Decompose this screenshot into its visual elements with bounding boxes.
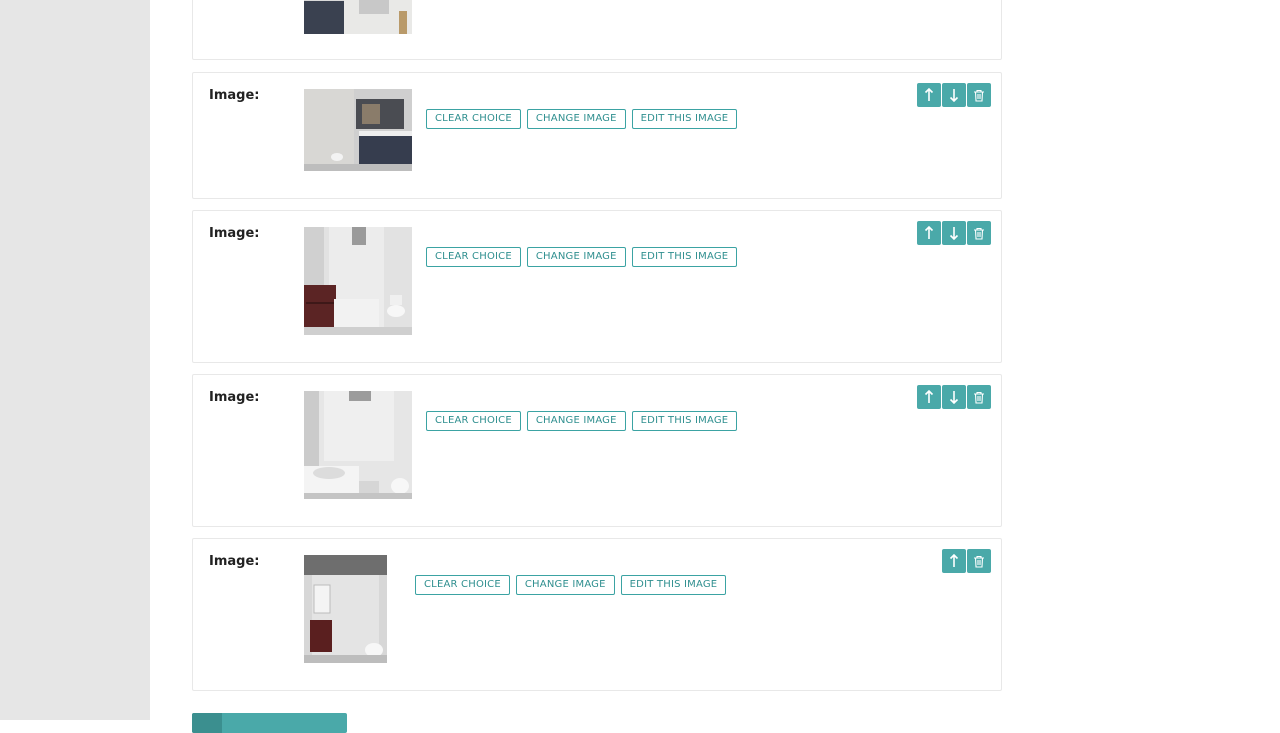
move-up-button[interactable]: [917, 83, 941, 107]
edit-image-button[interactable]: EDIT THIS IMAGE: [631, 247, 738, 267]
delete-button[interactable]: [967, 385, 991, 409]
image-thumbnail[interactable]: [304, 555, 387, 663]
delete-button[interactable]: [967, 83, 991, 107]
move-down-button[interactable]: [942, 385, 966, 409]
arrow-up-icon: [924, 88, 934, 101]
clear-choice-button[interactable]: CLEAR CHOICE: [426, 411, 521, 431]
arrow-down-icon: [949, 227, 959, 240]
move-up-button[interactable]: [917, 385, 941, 409]
arrow-up-icon: [924, 390, 934, 403]
edit-image-button[interactable]: EDIT THIS IMAGE: [631, 411, 738, 431]
edit-image-button[interactable]: EDIT THIS IMAGE: [631, 109, 738, 129]
trash-icon: [974, 391, 984, 404]
change-image-button[interactable]: CHANGE IMAGE: [526, 109, 626, 129]
plus-icon: [192, 713, 222, 733]
image-label: Image:: [209, 554, 260, 569]
trash-icon: [974, 555, 984, 568]
trash-icon: [974, 89, 984, 102]
image-label: Image:: [209, 390, 260, 405]
arrow-down-icon: [949, 89, 959, 102]
arrow-up-icon: [924, 226, 934, 239]
image-thumbnail[interactable]: [304, 89, 412, 171]
clear-choice-button[interactable]: CLEAR CHOICE: [426, 247, 521, 267]
image-panel: [192, 0, 1002, 60]
edit-image-button[interactable]: EDIT THIS IMAGE: [620, 575, 727, 595]
change-image-button[interactable]: CHANGE IMAGE: [515, 575, 615, 595]
image-panel: Image: CLEAR CHOICE CHANGE IMAGE EDIT TH…: [192, 538, 1002, 691]
move-up-button[interactable]: [917, 221, 941, 245]
delete-button[interactable]: [967, 549, 991, 573]
image-panel: Image: CLEAR CHOICE CHANGE IMAGE EDIT TH…: [192, 374, 1002, 527]
image-label: Image:: [209, 226, 260, 241]
image-label: Image:: [209, 88, 260, 103]
image-panel: Image: CLEAR CHOICE CHANGE IMAGE EDIT TH…: [192, 210, 1002, 363]
image-panel: Image: CLEAR CHOICE CHANGE IMAGE EDIT TH…: [192, 72, 1002, 199]
add-image-button[interactable]: [192, 713, 347, 733]
change-image-button[interactable]: CHANGE IMAGE: [526, 411, 626, 431]
move-down-button[interactable]: [942, 221, 966, 245]
delete-button[interactable]: [967, 221, 991, 245]
arrow-up-icon: [949, 554, 959, 567]
trash-icon: [974, 227, 984, 240]
move-down-button[interactable]: [942, 83, 966, 107]
move-up-button[interactable]: [942, 549, 966, 573]
clear-choice-button[interactable]: CLEAR CHOICE: [415, 575, 510, 595]
clear-choice-button[interactable]: CLEAR CHOICE: [426, 109, 521, 129]
image-thumbnail[interactable]: [304, 227, 412, 335]
change-image-button[interactable]: CHANGE IMAGE: [526, 247, 626, 267]
arrow-down-icon: [949, 391, 959, 404]
image-thumbnail: [304, 0, 412, 34]
sidebar: [0, 0, 150, 720]
image-thumbnail[interactable]: [304, 391, 412, 499]
